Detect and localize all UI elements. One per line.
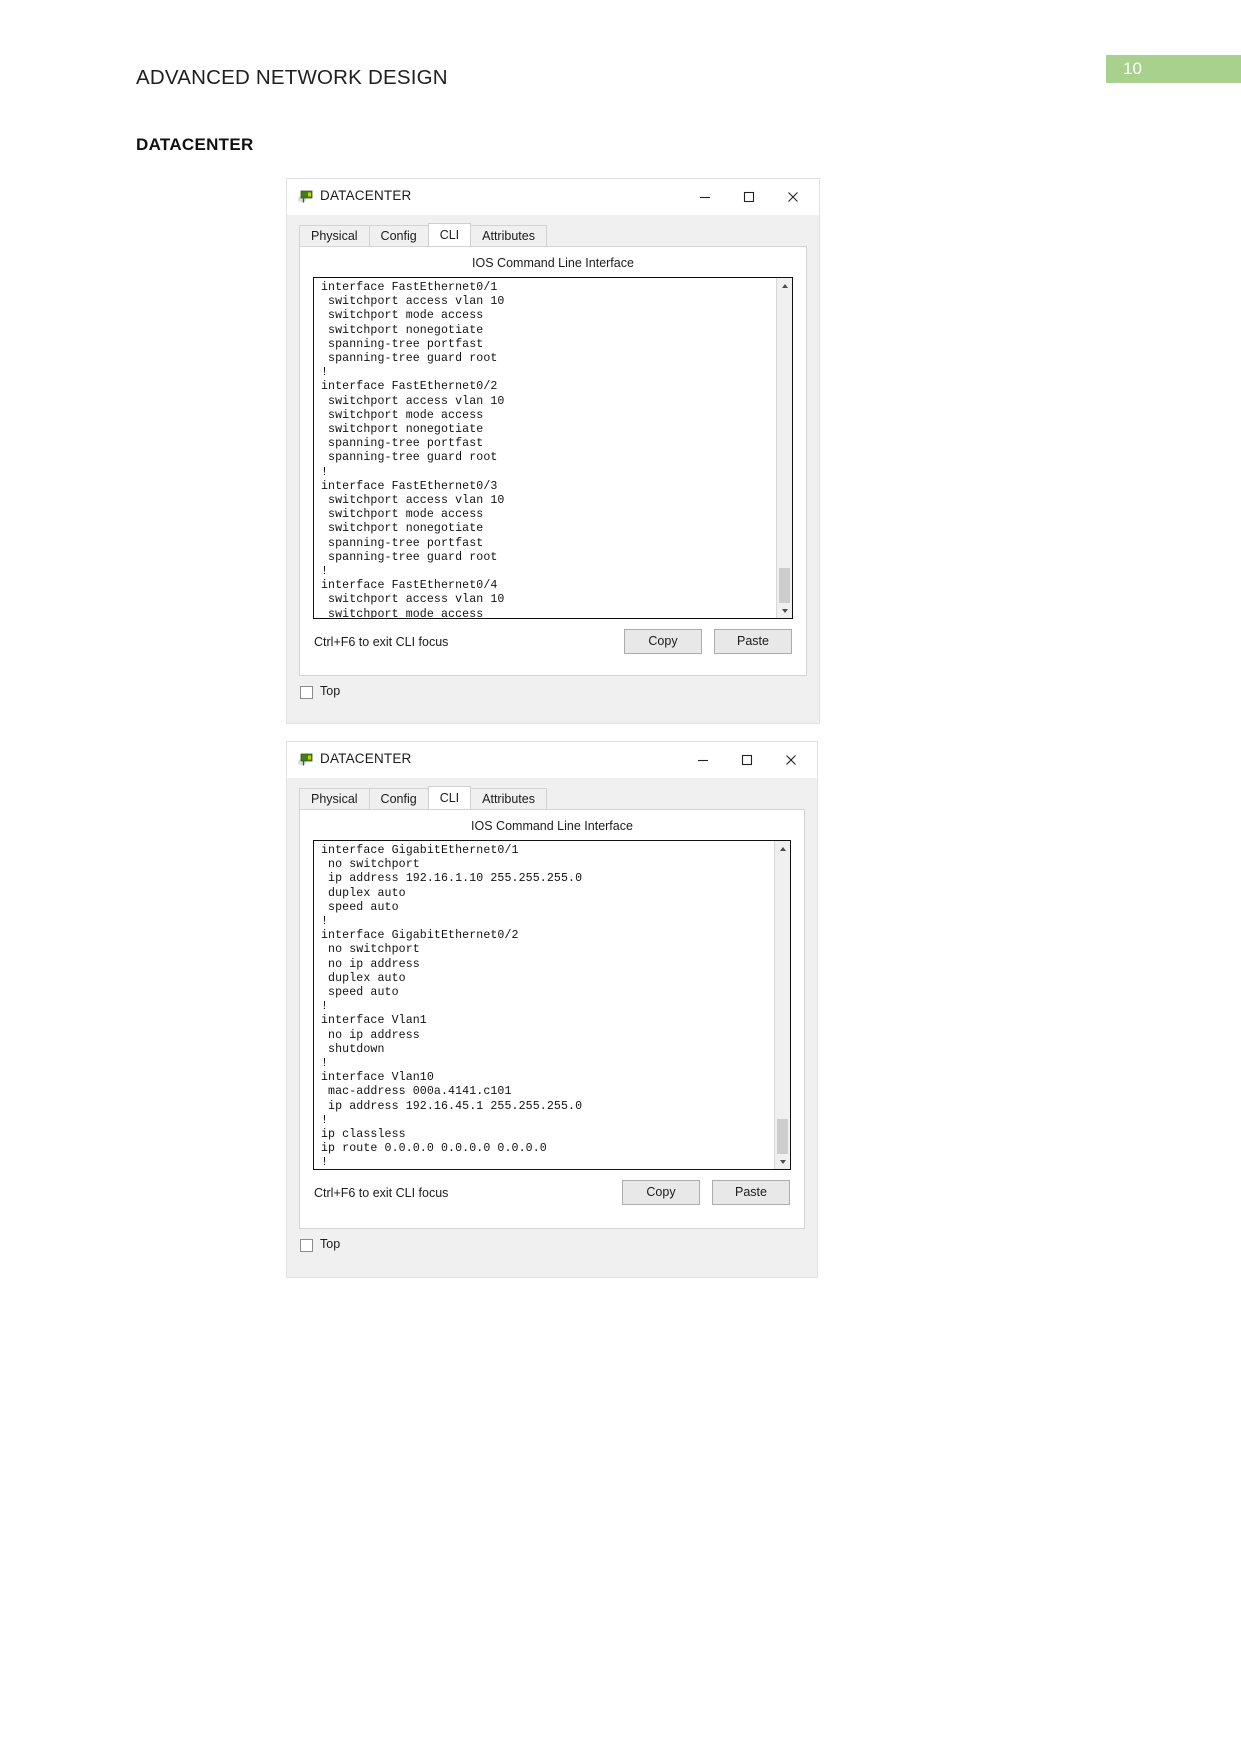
minimize-button[interactable] [681,744,725,776]
packet-tracer-switch-icon [297,751,313,767]
scroll-up-icon[interactable] [777,278,792,293]
packet-tracer-switch-icon [297,188,313,204]
window-controls [681,742,813,778]
cli-output-text: interface GigabitEthernet0/1 no switchpo… [321,844,772,1169]
device-window-2: DATACENTER Physical Config CLI Attribute… [286,741,818,1278]
tab-attributes[interactable]: Attributes [470,225,547,246]
scroll-down-icon[interactable] [777,603,792,618]
cli-panel-footer: Ctrl+F6 to exit CLI focus Copy Paste [300,1170,804,1222]
device-window-1: DATACENTER Physical Config CLI Attribute… [286,178,820,724]
paste-button[interactable]: Paste [714,629,792,654]
window-footer: Top [287,676,819,710]
top-checkbox[interactable] [300,1239,313,1252]
tab-bar: Physical Config CLI Attributes [299,786,817,809]
document-header-title: ADVANCED NETWORK DESIGN [136,66,448,89]
tab-cli[interactable]: CLI [427,786,472,809]
copy-button[interactable]: Copy [622,1180,700,1205]
tab-config[interactable]: Config [368,788,429,809]
window-body: Physical Config CLI Attributes IOS Comma… [287,223,819,710]
window-footer: Top [287,1229,817,1263]
cli-panel-title: IOS Command Line Interface [472,256,634,270]
tab-cli[interactable]: CLI [427,223,472,246]
tab-physical[interactable]: Physical [299,788,370,809]
close-button[interactable] [771,181,815,213]
window-body: Physical Config CLI Attributes IOS Comma… [287,786,817,1263]
minimize-button[interactable] [683,181,727,213]
maximize-button[interactable] [725,744,769,776]
cli-focus-hint: Ctrl+F6 to exit CLI focus [314,1186,449,1200]
tab-physical[interactable]: Physical [299,225,370,246]
cli-focus-hint: Ctrl+F6 to exit CLI focus [314,635,449,649]
window-titlebar[interactable]: DATACENTER [287,742,817,778]
top-checkbox-label: Top [320,1237,341,1251]
tab-bar: Physical Config CLI Attributes [299,223,819,246]
cli-scrollbar-thumb[interactable] [779,568,790,606]
cli-scrollbar[interactable] [776,278,792,618]
top-checkbox-label: Top [320,684,341,698]
window-controls [683,179,815,215]
window-titlebar[interactable]: DATACENTER [287,179,819,215]
cli-panel-footer: Ctrl+F6 to exit CLI focus Copy Paste [300,619,806,671]
scroll-down-icon[interactable] [775,1154,790,1169]
close-button[interactable] [769,744,813,776]
window-title: DATACENTER [320,188,412,203]
cli-panel-title: IOS Command Line Interface [471,819,633,833]
paste-button[interactable]: Paste [712,1180,790,1205]
cli-panel: IOS Command Line Interface interface Fas… [299,246,807,676]
page-title: DATACENTER [136,135,254,154]
copy-button[interactable]: Copy [624,629,702,654]
maximize-button[interactable] [727,181,771,213]
tab-config[interactable]: Config [368,225,429,246]
page-number: 10 [1123,59,1142,78]
cli-scrollbar[interactable] [774,841,790,1169]
page-number-badge: 10 [1106,55,1241,83]
cli-panel: IOS Command Line Interface interface Gig… [299,809,805,1229]
top-checkbox[interactable] [300,686,313,699]
window-title: DATACENTER [320,751,412,766]
cli-output-text: interface FastEthernet0/1 switchport acc… [321,281,774,618]
cli-scrollbar-thumb[interactable] [777,1119,788,1157]
cli-output-area[interactable]: interface FastEthernet0/1 switchport acc… [313,277,793,619]
scroll-up-icon[interactable] [775,841,790,856]
cli-output-area[interactable]: interface GigabitEthernet0/1 no switchpo… [313,840,791,1170]
document-header: ADVANCED NETWORK DESIGN 10 [0,55,1241,102]
tab-attributes[interactable]: Attributes [470,788,547,809]
